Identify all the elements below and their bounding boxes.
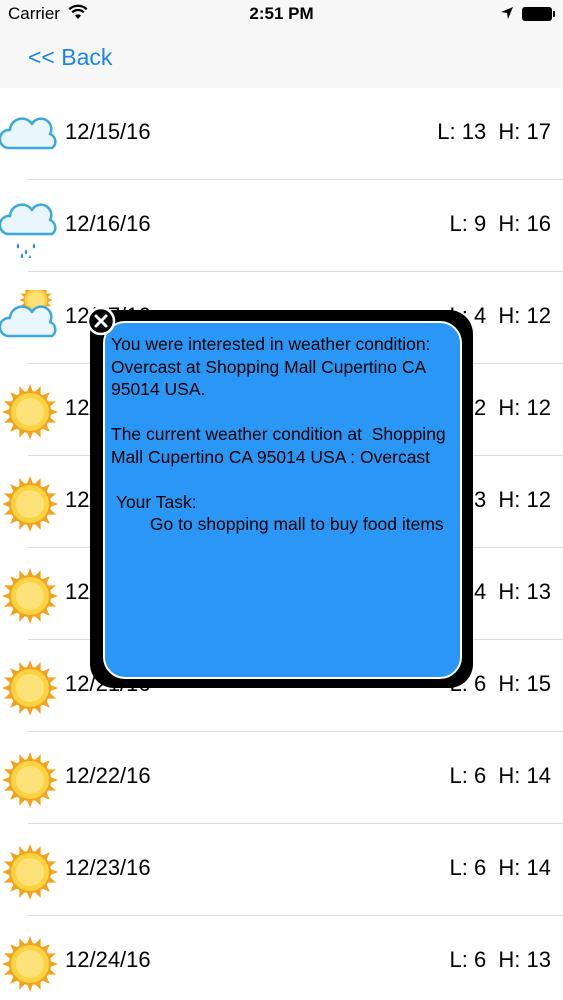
rain-cloud-icon: [0, 203, 57, 258]
popup-message: You were interested in weather condition…: [111, 334, 446, 534]
forecast-date: 12/23/16: [65, 855, 151, 880]
forecast-row[interactable]: 12/23/16 L: 6 H: 14: [0, 824, 563, 916]
forecast-row[interactable]: 12/16/16 L: 9 H: 16: [0, 180, 563, 272]
navigation-bar: << Back: [0, 28, 563, 88]
battery-icon: [522, 7, 555, 21]
close-popup-button[interactable]: [86, 306, 116, 336]
cloud-icon: [0, 117, 57, 150]
forecast-row[interactable]: 12/15/16 L: 13 H: 17: [0, 88, 563, 180]
sun-icon: [2, 936, 58, 992]
forecast-temperatures: L: 9 H: 16: [449, 211, 551, 236]
sun-icon: [2, 384, 58, 440]
forecast-date: 12/16/16: [65, 211, 151, 236]
back-button[interactable]: << Back: [28, 44, 112, 71]
sun-icon: [2, 568, 58, 624]
sun-icon: [2, 844, 58, 900]
sun-icon: [2, 476, 58, 532]
forecast-row[interactable]: 12/22/16 L: 6 H: 14: [0, 732, 563, 824]
partly-cloudy-icon: [0, 290, 57, 338]
forecast-temperatures: L: 6 H: 14: [449, 855, 551, 880]
forecast-date: 12/15/16: [65, 119, 151, 144]
forecast-row[interactable]: 12/24/16 L: 6 H: 13: [0, 916, 563, 1000]
forecast-temperatures: L: 6 H: 14: [449, 763, 551, 788]
status-bar: Carrier 2:51 PM: [0, 0, 563, 28]
forecast-temperatures: L: 13 H: 17: [437, 119, 551, 144]
sun-icon: [2, 752, 58, 808]
app-screen: Carrier 2:51 PM << Back 12/15/16 L: 13 H:…: [0, 0, 563, 1000]
sun-icon: [2, 660, 58, 716]
forecast-date: 12/24/16: [65, 947, 151, 972]
popup-content: You were interested in weather condition…: [103, 321, 462, 679]
notification-popup: You were interested in weather condition…: [90, 310, 473, 688]
forecast-temperatures: L: 6 H: 13: [449, 947, 551, 972]
forecast-date: 12/22/16: [65, 763, 151, 788]
clock-time: 2:51 PM: [249, 4, 314, 23]
location-arrow-icon: [501, 7, 513, 19]
